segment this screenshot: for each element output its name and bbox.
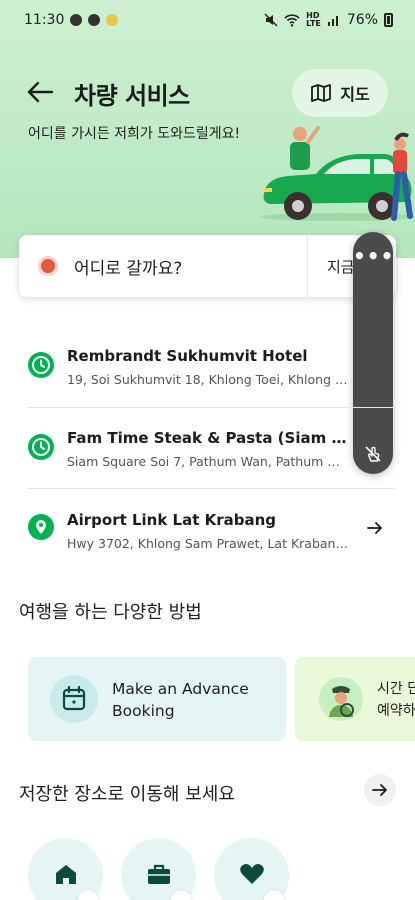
add-icon [171, 890, 191, 900]
add-icon [264, 890, 284, 900]
chat-icon [70, 14, 83, 26]
ways-section-title: 여행을 하는 다양한 방법 [19, 602, 202, 623]
hero-subtitle: 어디를 가시든 저희가 도와드릴게요! [28, 126, 241, 142]
app-icon [106, 14, 119, 26]
way-card-line1: 시간 단 [377, 681, 415, 697]
saved-places-row [28, 838, 415, 900]
ways-carousel: Make an Advance Booking 시간 단 예약하 [28, 657, 415, 741]
line-icon [88, 14, 101, 26]
saved-section-title: 저장한 장소로 이동해 보세요 [19, 784, 235, 805]
page-title: 차량 서비스 [74, 82, 190, 110]
arrow-right-icon [367, 522, 382, 534]
way-card-line2: Booking [112, 702, 175, 720]
battery-level: 76% [346, 12, 378, 28]
map-icon [311, 84, 332, 102]
status-time: 11:30 [24, 12, 65, 28]
home-icon [56, 865, 76, 884]
clock-icon [28, 434, 54, 460]
signal-icon [327, 16, 338, 26]
heart-icon [240, 864, 264, 884]
more-options-icon[interactable]: ••• [353, 244, 393, 268]
recent-place-item[interactable]: Airport Link Lat Krabang Hwy 3702, Khlon… [0, 492, 415, 572]
header: 차량 서비스 지도 [0, 66, 415, 118]
place-address: Siam Square Soi 7, Pathum Wan, Pathum W.… [67, 454, 350, 469]
briefcase-icon [148, 864, 170, 884]
search-divider [307, 235, 308, 297]
battery-icon [384, 13, 393, 27]
saved-places-see-all-button[interactable] [364, 774, 396, 806]
map-button[interactable]: 지도 [292, 69, 388, 117]
list-divider [28, 407, 395, 408]
mute-icon [264, 13, 278, 27]
place-name: Fam Time Steak & Pasta (Siam Squar... [67, 429, 347, 447]
place-name: Rembrandt Sukhumvit Hotel [67, 347, 308, 365]
pickup-time-selector[interactable]: 지금 [327, 256, 355, 277]
destination-search-label: 어디로 갈까요? [74, 258, 183, 279]
saved-favorite-button[interactable] [214, 838, 289, 900]
driver-icon [319, 677, 363, 721]
destination-search-card[interactable]: 어디로 갈까요? 지금 [19, 235, 396, 297]
car-illustration [260, 126, 415, 221]
calendar-icon [50, 675, 98, 723]
way-card-line2: 예약하 [377, 703, 415, 719]
map-button-label: 지도 [340, 85, 370, 104]
add-icon [78, 890, 98, 900]
clock-icon [28, 352, 54, 378]
list-divider [28, 488, 395, 489]
saved-home-button[interactable] [28, 838, 103, 900]
arrow-right-icon [372, 784, 387, 796]
wifi-icon [284, 14, 300, 27]
advance-booking-card[interactable]: Make an Advance Booking [28, 657, 286, 741]
way-card-line1: Make an Advance [112, 680, 249, 698]
place-name: Airport Link Lat Krabang [67, 511, 277, 529]
hourly-booking-card[interactable]: 시간 단 예약하 [295, 657, 415, 741]
arrow-left-icon [27, 81, 54, 103]
back-button[interactable] [26, 80, 56, 106]
recent-place-item[interactable]: Fam Time Steak & Pasta (Siam Squar... Si… [0, 412, 415, 492]
status-bar: 11:30 HD LTE 76% [0, 0, 415, 40]
location-dot-icon [38, 256, 58, 276]
volte-icon: HD LTE [306, 11, 321, 28]
recent-place-item[interactable]: Rembrandt Sukhumvit Hotel 19, Soi Sukhum… [0, 332, 415, 412]
saved-work-button[interactable] [121, 838, 196, 900]
place-address: 19, Soi Sukhumvit 18, Khlong Toei, Khlon… [67, 372, 350, 387]
place-address: Hwy 3702, Khlong Sam Prawet, Lat Krabang… [67, 536, 350, 551]
pin-icon [28, 514, 54, 540]
